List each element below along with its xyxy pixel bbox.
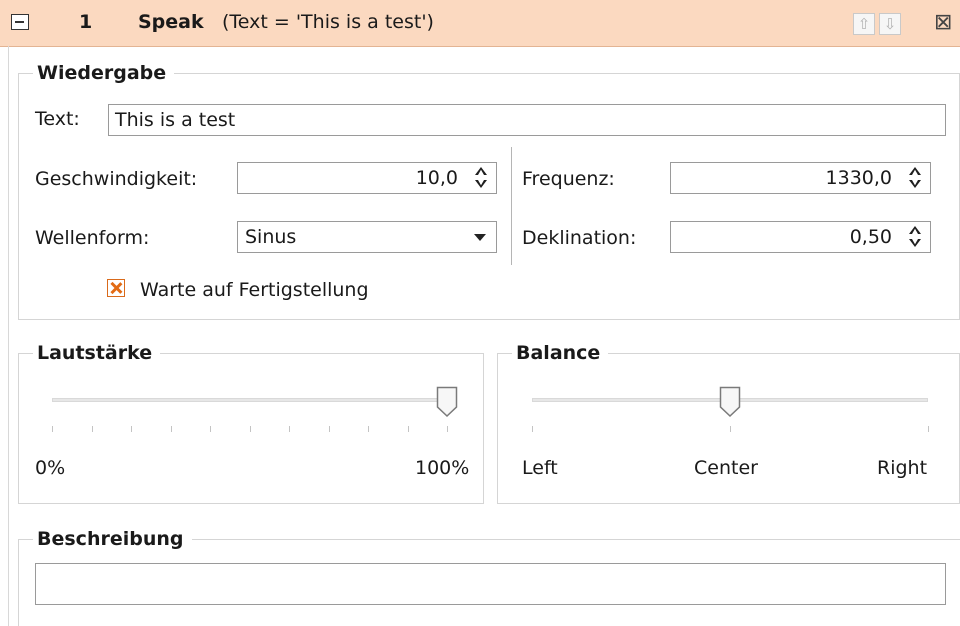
speed-spin-buttons[interactable]: [471, 165, 493, 191]
close-icon: ⊠: [934, 10, 953, 35]
move-down-button[interactable]: ⇩: [879, 13, 901, 35]
speed-value: 10,0: [415, 167, 458, 189]
volume-max-label: 100%: [415, 457, 470, 479]
balance-left-label: Left: [522, 457, 558, 479]
declination-spinner[interactable]: 0,50: [670, 221, 931, 253]
playback-group-title: Wiedergabe: [37, 62, 167, 84]
waveform-dropdown[interactable]: Sinus: [237, 221, 497, 253]
slider-tick: [170, 426, 172, 432]
balance-right-label: Right: [877, 457, 928, 479]
arrow-down-icon: ⇩: [883, 15, 897, 33]
slider-tick: [730, 426, 731, 432]
panel-border: [8, 46, 9, 626]
command-index: 1: [79, 11, 93, 33]
slider-tick: [289, 426, 290, 432]
volume-group: Lautstärke: [18, 342, 484, 504]
spin-down-icon[interactable]: [905, 178, 927, 191]
slider-tick: [91, 426, 93, 432]
wait-checkbox[interactable]: [107, 279, 125, 297]
column-divider: [511, 147, 512, 265]
spin-up-icon[interactable]: [471, 165, 493, 178]
slider-tick: [407, 426, 409, 432]
command-header[interactable]: 1 Speak (Text = 'This is a test') ⇧ ⇩ ⊠: [0, 0, 960, 47]
frequency-spin-buttons[interactable]: [905, 165, 927, 191]
balance-center-label: Center: [694, 457, 758, 479]
frequency-label: Frequenz:: [522, 168, 615, 190]
slider-tick: [368, 426, 369, 432]
slider-tick: [131, 426, 132, 432]
collapse-icon[interactable]: [11, 14, 29, 30]
speak-command-panel: 1 Speak (Text = 'This is a test') ⇧ ⇩ ⊠ …: [0, 0, 960, 626]
slider-tick: [447, 426, 448, 432]
waveform-label: Wellenform:: [35, 227, 150, 249]
speed-spinner[interactable]: 10,0: [237, 162, 497, 194]
close-button[interactable]: ⊠: [934, 10, 952, 35]
arrow-up-icon: ⇧: [857, 15, 871, 33]
waveform-value: Sinus: [245, 226, 297, 248]
spin-up-icon[interactable]: [905, 165, 927, 178]
declination-label: Deklination:: [522, 227, 637, 249]
volume-min-label: 0%: [35, 457, 66, 479]
text-field[interactable]: This is a test: [108, 104, 946, 136]
declination-spin-buttons[interactable]: [905, 224, 927, 250]
spin-down-icon[interactable]: [471, 178, 493, 191]
description-group-title: Beschreibung: [37, 528, 184, 550]
slider-tick: [249, 426, 251, 432]
slider-tick: [210, 426, 211, 432]
frequency-value: 1330,0: [825, 167, 892, 189]
frequency-spinner[interactable]: 1330,0: [670, 162, 931, 194]
balance-group: Balance: [497, 342, 960, 504]
command-name: Speak: [138, 11, 204, 33]
slider-tick: [328, 426, 330, 432]
volume-group-title: Lautstärke: [37, 342, 153, 364]
move-up-button[interactable]: ⇧: [853, 13, 875, 35]
wait-label[interactable]: Warte auf Fertigstellung: [140, 279, 369, 301]
declination-value: 0,50: [849, 226, 892, 248]
description-field[interactable]: [35, 563, 946, 605]
volume-track[interactable]: [52, 398, 457, 402]
balance-group-title: Balance: [516, 342, 601, 364]
slider-tick: [532, 426, 533, 432]
spin-up-icon[interactable]: [905, 224, 927, 237]
text-label: Text:: [35, 108, 80, 130]
spin-down-icon[interactable]: [905, 237, 927, 250]
slider-tick: [52, 426, 53, 432]
command-summary: (Text = 'This is a test'): [222, 11, 434, 33]
speed-label: Geschwindigkeit:: [35, 168, 198, 190]
slider-tick: [928, 426, 929, 432]
chevron-down-icon: [474, 234, 486, 241]
